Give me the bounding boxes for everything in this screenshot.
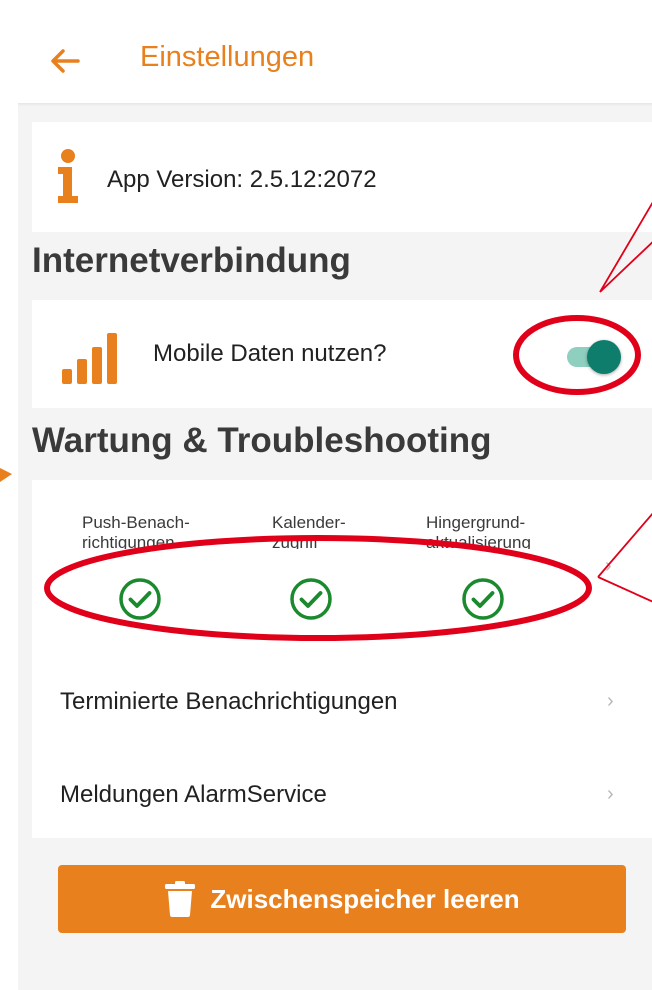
- row-terminierte-benachrichtigungen[interactable]: Terminierte Benachrichtigungen: [60, 688, 398, 716]
- permission-label-push[interactable]: Push-Benach- richtigungen: [82, 513, 232, 549]
- mobile-data-label: Mobile Daten nutzen?: [153, 340, 387, 367]
- row-meldungen-alarmservice[interactable]: Meldungen AlarmService: [60, 781, 327, 809]
- permission-label-line: Kalender-: [272, 513, 346, 532]
- permission-label-background[interactable]: Hingergrund- aktualisierung: [426, 513, 576, 549]
- permission-label-line: Push-Benach-: [82, 513, 190, 532]
- chevron-right-icon: ›: [607, 690, 614, 712]
- chevron-right-icon: ›: [607, 783, 614, 805]
- mobile-data-toggle[interactable]: [563, 338, 623, 374]
- signal-bars-icon: [62, 333, 117, 384]
- permission-label-calendar[interactable]: Kalender- zugriff: [272, 513, 422, 549]
- app-version-text: App Version: 2.5.12:2072: [107, 166, 377, 193]
- app-header: [0, 0, 652, 105]
- permission-label-line: Hingergrund-: [426, 513, 526, 532]
- trash-icon: [165, 881, 196, 917]
- arrow-left-icon[interactable]: [48, 44, 82, 78]
- permission-label-line: aktualisierung: [426, 533, 531, 549]
- clear-cache-button[interactable]: Zwischenspeicher leeren: [58, 865, 626, 933]
- orange-edge-mark: [0, 460, 14, 486]
- clear-cache-label: Zwischenspeicher leeren: [210, 883, 520, 914]
- check-circle-icon: [290, 578, 332, 620]
- chevron-right-icon[interactable]: ›: [605, 555, 612, 578]
- toggle-thumb: [587, 340, 621, 374]
- permission-label-line: zugriff: [272, 533, 318, 549]
- section-title-wartung: Wartung & Troubleshooting: [32, 421, 492, 460]
- check-circle-icon: [462, 578, 504, 620]
- permission-label-line: richtigungen: [82, 533, 175, 549]
- section-title-internet: Internetverbindung: [32, 241, 351, 280]
- check-circle-icon: [119, 578, 161, 620]
- info-icon: [58, 149, 78, 203]
- page-title: Einstellungen: [140, 41, 315, 73]
